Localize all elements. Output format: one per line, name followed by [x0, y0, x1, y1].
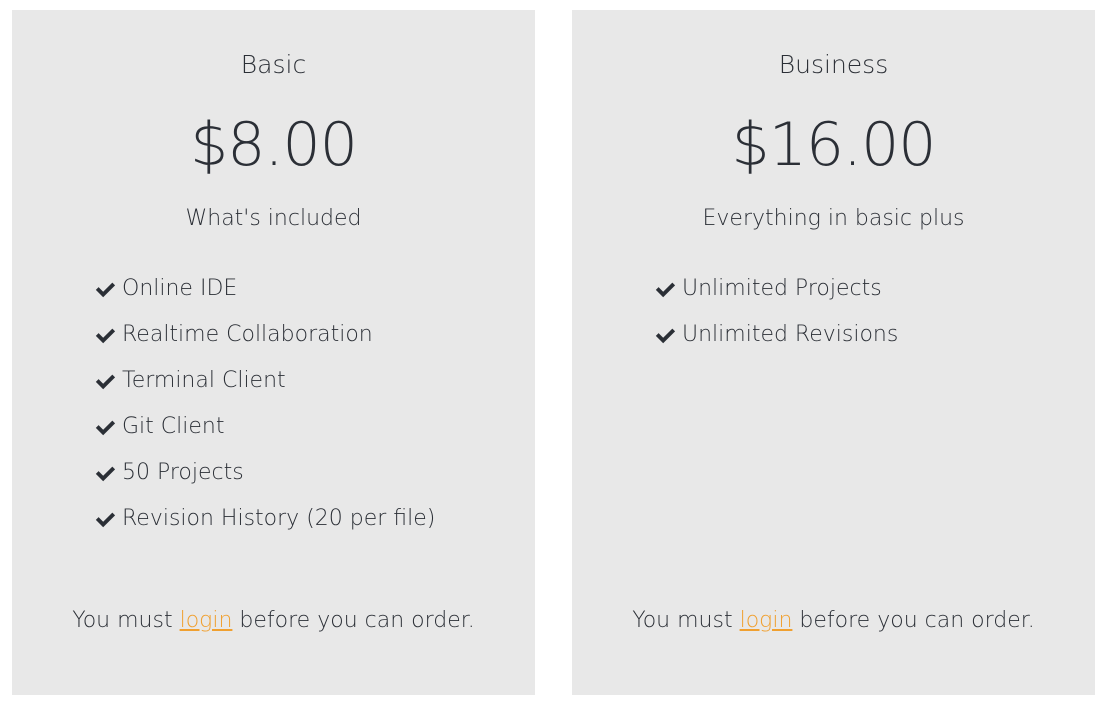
- check-icon: [94, 508, 116, 530]
- plan-card-basic: Basic $8.00 What's included Online IDE R…: [12, 10, 535, 695]
- check-icon: [654, 324, 676, 346]
- plan-title: Business: [778, 50, 889, 79]
- plan-subtitle: What's included: [185, 206, 362, 231]
- feature-list: Online IDE Realtime Collaboration Termin…: [94, 276, 435, 552]
- feature-label: Online IDE: [122, 276, 238, 301]
- feature-label: Git Client: [122, 414, 225, 439]
- check-icon: [94, 278, 116, 300]
- check-icon: [94, 416, 116, 438]
- feature-label: Terminal Client: [122, 368, 286, 393]
- order-notice-suffix: before you can order.: [232, 608, 475, 633]
- order-notice-prefix: You must: [72, 608, 180, 633]
- feature-item: Revision History (20 per file): [94, 506, 435, 552]
- feature-label: Unlimited Projects: [682, 276, 882, 301]
- order-notice: You must login before you can order.: [12, 608, 535, 633]
- feature-item: Unlimited Revisions: [654, 322, 898, 368]
- feature-label: 50 Projects: [122, 460, 244, 485]
- feature-item: Online IDE: [94, 276, 435, 322]
- feature-label: Realtime Collaboration: [122, 322, 373, 347]
- order-notice: You must login before you can order.: [572, 608, 1095, 633]
- plan-price: $8.00: [190, 110, 358, 180]
- feature-list: Unlimited Projects Unlimited Revisions: [654, 276, 898, 368]
- plan-title: Basic: [240, 50, 307, 79]
- login-link[interactable]: login: [180, 608, 233, 633]
- plan-price: $16.00: [731, 110, 937, 180]
- plan-card-business: Business $16.00 Everything in basic plus…: [572, 10, 1095, 695]
- feature-label: Unlimited Revisions: [682, 322, 899, 347]
- order-notice-prefix: You must: [632, 608, 740, 633]
- feature-item: Realtime Collaboration: [94, 322, 435, 368]
- login-link[interactable]: login: [740, 608, 793, 633]
- feature-item: Unlimited Projects: [654, 276, 898, 322]
- check-icon: [94, 370, 116, 392]
- order-notice-suffix: before you can order.: [792, 608, 1035, 633]
- check-icon: [94, 324, 116, 346]
- check-icon: [654, 278, 676, 300]
- plan-subtitle: Everything in basic plus: [702, 206, 965, 231]
- check-icon: [94, 462, 116, 484]
- feature-item: Terminal Client: [94, 368, 435, 414]
- feature-item: Git Client: [94, 414, 435, 460]
- feature-item: 50 Projects: [94, 460, 435, 506]
- feature-label: Revision History (20 per file): [122, 506, 436, 531]
